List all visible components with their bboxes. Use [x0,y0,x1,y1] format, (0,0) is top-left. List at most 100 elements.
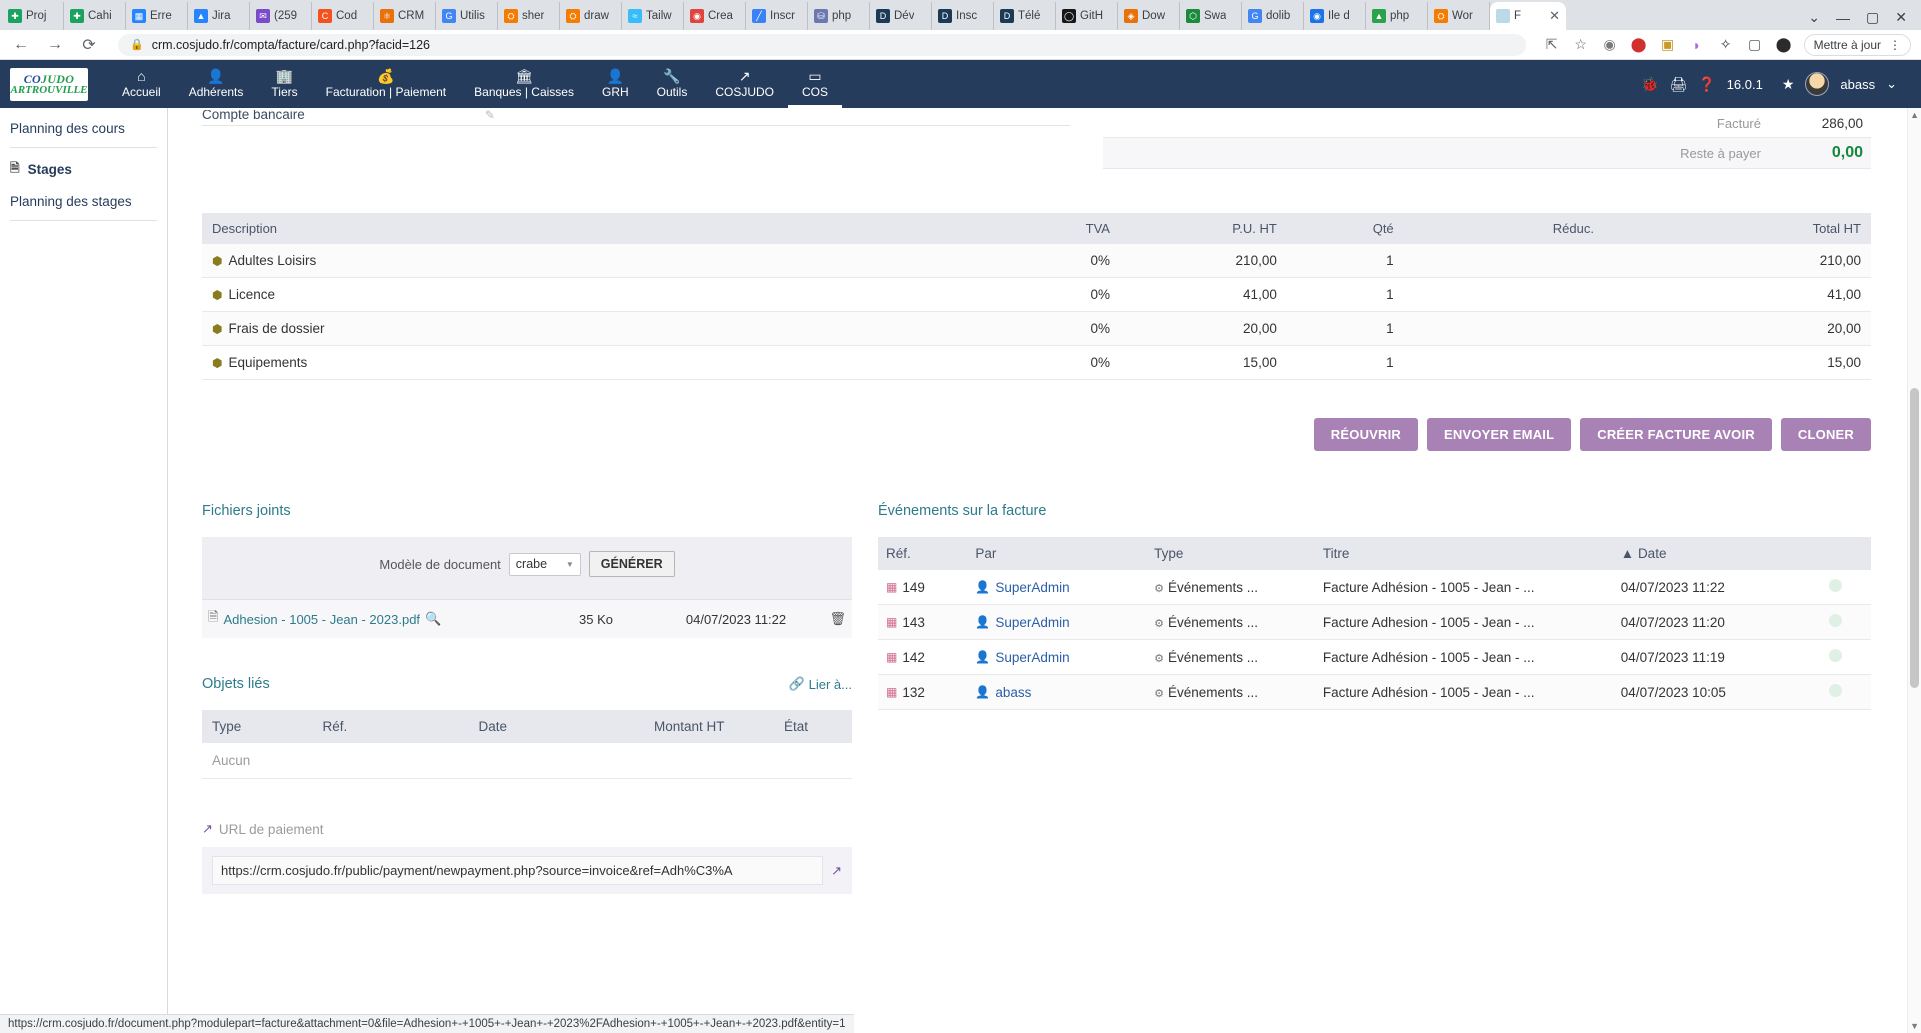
tab-label: F [1514,10,1522,22]
scrollbar-track[interactable]: ▲ ▼ [1907,108,1921,1033]
browser-tab[interactable]: ✚ Cahi [64,2,126,30]
action-créer-facture-avoir[interactable]: CRÉER FACTURE AVOIR [1580,418,1772,451]
browser-tab[interactable]: ◈ Dow [1118,2,1180,30]
close-icon[interactable]: ✕ [1549,8,1560,24]
col-ref[interactable]: Réf. [878,537,968,570]
browser-tab[interactable]: D Dév [870,2,932,30]
adblock-icon[interactable]: ⬤ [1631,36,1647,53]
browser-tab[interactable]: ⬡ Swa [1180,2,1242,30]
generate-button[interactable]: GÉNÉRER [588,551,675,577]
table-row[interactable]: ⬢ Frais de dossier 0% 20,00 1 20,00 [202,311,1871,346]
edit-pencil-icon[interactable]: ✎ [485,110,495,122]
menu-item-accueil[interactable]: ⌂ Accueil [108,60,175,108]
puzzle-icon[interactable]: ✧ [1718,36,1734,53]
browser-tab[interactable]: ◯ GitH [1056,2,1118,30]
browser-tab[interactable]: G Utilis [436,2,498,30]
menu-item-cos[interactable]: ▭ COS [788,60,842,108]
browser-tab[interactable]: ⚛ CRM [374,2,436,30]
update-button[interactable]: Mettre à jour ⋮ [1803,33,1911,56]
pocket-icon[interactable]: ◉ [1602,36,1618,53]
browser-tab[interactable]: D Insc [932,2,994,30]
browser-tab[interactable]: ✉ (259 [250,2,312,30]
browser-tab[interactable]: ▦ Erre [126,2,188,30]
browser-tab[interactable]: D Télé [994,2,1056,30]
browser-tab-active[interactable]: F ✕ [1490,2,1566,30]
browser-tab[interactable]: ◉ Crea [684,2,746,30]
browser-tab[interactable]: ◉ Ile d [1304,2,1366,30]
tab-label: Ile d [1328,10,1350,22]
bug-icon[interactable]: 🐞 [1641,76,1658,93]
col-titre[interactable]: Titre [1314,537,1613,570]
browser-tab[interactable]: ≈ Tailw [622,2,684,30]
browser-tab[interactable]: ▲ php [1366,2,1428,30]
forward-icon[interactable]: → [44,36,66,54]
window-close-icon[interactable]: ✕ [1895,9,1907,26]
table-header-row: Réf. Par Type Titre ▲ Date [878,537,1871,570]
attachment-link[interactable]: 🗎 Adhesion - 1005 - Jean - 2023.pdf 🔍 [208,608,441,630]
total-label: Facturé [1716,116,1761,131]
menu-item-grh[interactable]: 👤 GRH [588,60,643,108]
browser-tab[interactable]: ✚ Proj [2,2,64,30]
minimize-icon[interactable]: — [1836,10,1850,26]
scrollbar-thumb[interactable] [1910,388,1919,688]
table-row[interactable]: ⬢ Licence 0% 41,00 1 41,00 [202,277,1871,312]
action-cloner[interactable]: CLONER [1780,418,1871,451]
help-icon[interactable]: ❓ [1698,76,1715,93]
browser-tab[interactable]: ╱ Inscr [746,2,808,30]
table-row[interactable]: ⬢ Adultes Loisirs 0% 210,00 1 210,00 [202,244,1871,278]
profile-icon[interactable]: ⬤ [1776,36,1792,53]
extension-badge-icon[interactable]: ▣ [1660,36,1676,53]
sidebar-item-planning-stages[interactable]: Planning des stages [0,187,167,216]
menu-item-adh-rents[interactable]: 👤 Adhérents [175,60,258,108]
table-row[interactable]: ▦ 149 👤 SuperAdmin ⚙ Événements ... Facture Ad… [878,570,1871,605]
share-icon[interactable]: ⇱ [1544,36,1560,53]
col-par[interactable]: Par [967,537,1147,570]
maximize-icon[interactable]: ▢ [1866,9,1879,26]
browser-tab[interactable]: ⛭ sher [498,2,560,30]
link-to-button[interactable]: 🔗 Lier à... [788,676,852,692]
star-icon[interactable]: ☆ [1573,36,1589,53]
sidebar-item-planning-cours[interactable]: Planning des cours [0,114,167,143]
browser-menu-icon[interactable]: ⋮ [1889,38,1901,52]
menu-item-outils[interactable]: 🔧 Outils [643,60,702,108]
user-name[interactable]: abass [1840,77,1875,92]
sidebar-item-stages[interactable]: 🗎 Stages [0,152,167,187]
col-type[interactable]: Type [1146,537,1315,570]
purple-ext-icon[interactable]: ◗ [1689,37,1705,53]
open-external-icon[interactable]: ↗ [831,863,842,879]
browser-tab[interactable]: ⛭ draw [560,2,622,30]
scroll-up-icon[interactable]: ▲ [1910,110,1919,120]
template-select[interactable]: crabe ▼ [508,552,581,576]
browser-tab[interactable]: ⛭ Wor [1428,2,1490,30]
menu-item-cosjudo[interactable]: ↗ COSJUDO [701,60,788,108]
delete-icon[interactable]: 🗑 [816,611,846,627]
payment-url-input[interactable]: https://crm.cosjudo.fr/public/payment/ne… [212,856,824,885]
avatar[interactable] [1805,72,1830,96]
browser-tab[interactable]: ⛁ php [808,2,870,30]
chevron-down-icon[interactable]: ⌄ [1886,76,1897,92]
menu-item-tiers[interactable]: 🏢 Tiers [257,60,311,108]
table-row[interactable]: ▦ 143 👤 SuperAdmin ⚙ Événements ... Facture Ad… [878,604,1871,640]
reload-icon[interactable]: ⟳ [78,35,100,55]
chevron-down-icon[interactable]: ⌄ [1808,9,1820,26]
menu-item-facturation-paiement[interactable]: 💰 Facturation | Paiement [312,60,461,108]
col-status [1821,537,1871,570]
address-bar[interactable]: 🔒 crm.cosjudo.fr/compta/facture/card.php… [118,33,1526,56]
action-réouvrir[interactable]: RÉOUVRIR [1313,418,1419,451]
menu-item-banques-caisses[interactable]: 🏛 Banques | Caisses [460,60,588,108]
app-logo[interactable]: COJUDO ARTROUVILLE [10,67,88,101]
table-row[interactable]: ▦ 132 👤 abass ⚙ Événements ... Facture Adhésio… [878,674,1871,710]
back-icon[interactable]: ← [10,36,32,54]
scroll-down-icon[interactable]: ▼ [1910,1021,1919,1031]
print-icon[interactable]: 🖨 [1669,76,1687,93]
preview-zoom-icon[interactable]: 🔍 [425,611,441,627]
action-envoyer-email[interactable]: ENVOYER EMAIL [1427,418,1572,451]
browser-tab[interactable]: ▲ Jira [188,2,250,30]
browser-tab[interactable]: C Cod [312,2,374,30]
table-row[interactable]: ▦ 142 👤 SuperAdmin ⚙ Événements ... Facture Ad… [878,639,1871,675]
col-date[interactable]: ▲ Date [1612,537,1822,570]
browser-tab[interactable]: Gdolib [1242,2,1304,30]
sidebar-icon[interactable]: ▢ [1747,36,1763,53]
star-icon[interactable]: ★ [1782,76,1795,93]
table-row[interactable]: ⬢ Equipements 0% 15,00 1 15,00 [202,345,1871,380]
